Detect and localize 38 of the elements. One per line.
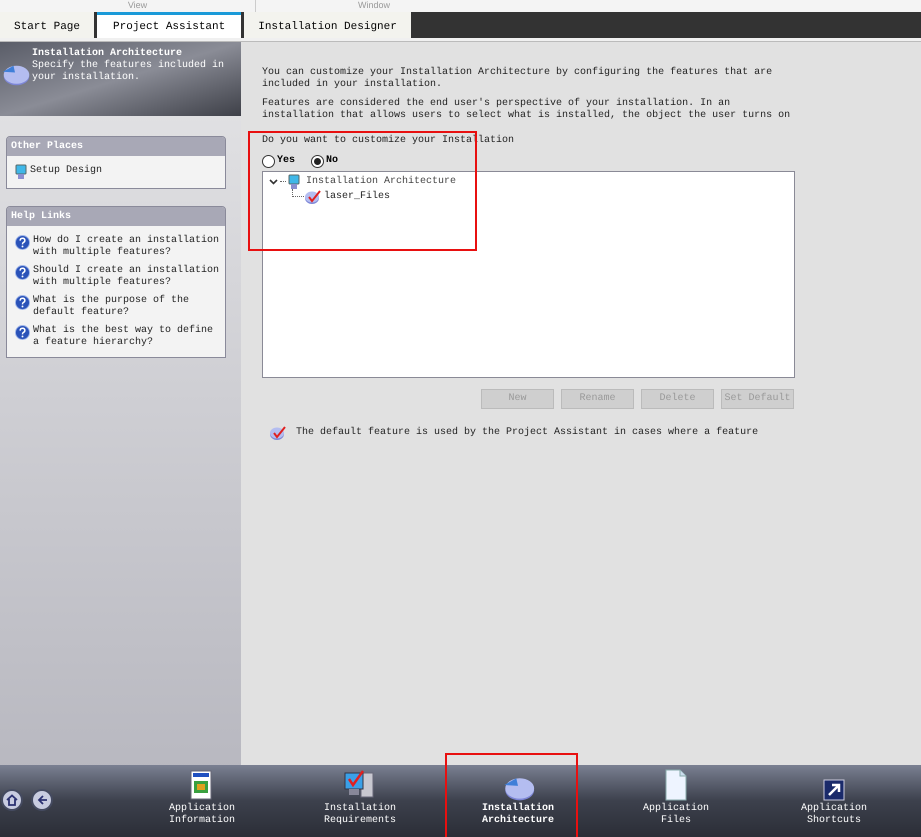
tree-item[interactable]: laser_Files	[324, 191, 390, 203]
radio-option[interactable]: Yes	[262, 154, 296, 168]
nav-item[interactable]: Installation Architecture	[439, 765, 597, 837]
chevron-down-icon[interactable]	[269, 177, 278, 186]
sidebar-link[interactable]: What is the best way to define a feature hierarchy?	[33, 324, 223, 349]
sidebar-title: Installation Architecture	[32, 48, 184, 60]
home-button[interactable]	[1, 789, 23, 811]
home-icon	[6, 794, 18, 806]
help-icon	[15, 295, 30, 310]
tree-item[interactable]: Installation Architecture	[306, 176, 456, 188]
description-text: You can customize your Installation Architecture by configuring the features that are included in your installation.	[262, 67, 774, 91]
radio-option[interactable]: No	[311, 154, 338, 168]
computer-icon	[288, 174, 300, 190]
nav-item[interactable]: Application Files	[597, 765, 755, 837]
nav-item[interactable]: Application Information	[123, 765, 281, 837]
help-icon	[15, 265, 30, 280]
back-arrow-icon	[36, 794, 48, 806]
panel-title: Other Places	[11, 140, 84, 152]
help-icon	[15, 235, 30, 250]
nav-item[interactable]: Installation Requirements	[281, 765, 439, 837]
help-icon	[15, 325, 30, 340]
sidebar-subtitle: Specify the features included in your installation.	[32, 60, 226, 84]
default-feature-icon	[269, 425, 287, 441]
tab[interactable]: Installation Designer	[244, 12, 411, 38]
computer-icon	[15, 164, 27, 180]
description-text: Features are considered the end user's perspective of your installation. In an installation that allows users to select what is installed, the object the user turns on	[262, 98, 792, 122]
feature-check-icon	[304, 189, 322, 205]
back-button[interactable]	[31, 789, 53, 811]
nav-item[interactable]: Application Shortcuts	[755, 765, 913, 837]
tab[interactable]: Start Page	[0, 12, 94, 38]
sidebar-link[interactable]: Should I create an installation with multiple features?	[33, 264, 223, 289]
sidebar-link[interactable]: Setup Design	[30, 164, 102, 177]
sidebar-link[interactable]: How do I create an installation with multiple features?	[33, 234, 223, 259]
note-text: The default feature is used by the Project Assistant in cases where a feature	[296, 427, 758, 439]
sidebar-link[interactable]: What is the purpose of the default feature?	[33, 294, 223, 319]
panel-title: Help Links	[11, 210, 72, 222]
tab[interactable]: Project Assistant	[97, 12, 242, 38]
document-icon	[664, 769, 688, 801]
